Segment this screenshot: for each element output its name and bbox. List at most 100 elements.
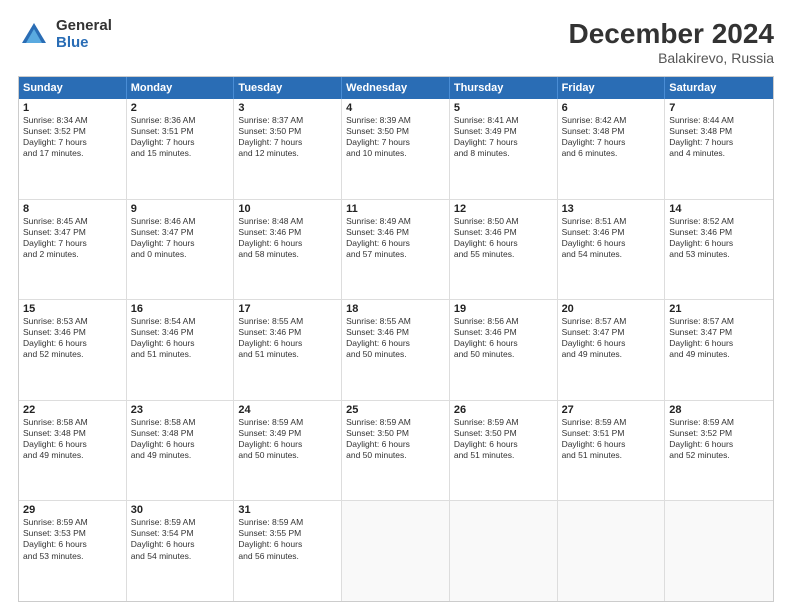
day-info: Sunrise: 8:59 AM Sunset: 3:53 PM Dayligh… [23,517,122,561]
logo: General Blue [18,18,112,51]
day-cell-19: 19Sunrise: 8:56 AM Sunset: 3:46 PM Dayli… [450,300,558,400]
day-cell-24: 24Sunrise: 8:59 AM Sunset: 3:49 PM Dayli… [234,401,342,501]
day-number: 28 [669,404,769,416]
day-info: Sunrise: 8:52 AM Sunset: 3:46 PM Dayligh… [669,216,769,260]
day-number: 21 [669,303,769,315]
header-monday: Monday [127,77,235,99]
logo-icon [18,19,50,51]
day-cell-28: 28Sunrise: 8:59 AM Sunset: 3:52 PM Dayli… [665,401,773,501]
day-info: Sunrise: 8:44 AM Sunset: 3:48 PM Dayligh… [669,115,769,159]
day-number: 10 [238,203,337,215]
day-number: 1 [23,102,122,114]
week-row-1: 1Sunrise: 8:34 AM Sunset: 3:52 PM Daylig… [19,99,773,199]
day-info: Sunrise: 8:57 AM Sunset: 3:47 PM Dayligh… [562,316,661,360]
day-cell-22: 22Sunrise: 8:58 AM Sunset: 3:48 PM Dayli… [19,401,127,501]
day-cell-29: 29Sunrise: 8:59 AM Sunset: 3:53 PM Dayli… [19,501,127,601]
day-info: Sunrise: 8:59 AM Sunset: 3:51 PM Dayligh… [562,417,661,461]
day-number: 30 [131,504,230,516]
week-row-5: 29Sunrise: 8:59 AM Sunset: 3:53 PM Dayli… [19,500,773,601]
title-block: December 2024 Balakirevo, Russia [569,18,774,66]
day-cell-26: 26Sunrise: 8:59 AM Sunset: 3:50 PM Dayli… [450,401,558,501]
day-cell-5: 5Sunrise: 8:41 AM Sunset: 3:49 PM Daylig… [450,99,558,199]
day-number: 20 [562,303,661,315]
page: General Blue December 2024 Balakirevo, R… [0,0,792,612]
day-number: 8 [23,203,122,215]
day-cell-11: 11Sunrise: 8:49 AM Sunset: 3:46 PM Dayli… [342,200,450,300]
day-info: Sunrise: 8:39 AM Sunset: 3:50 PM Dayligh… [346,115,445,159]
empty-cell [450,501,558,601]
day-number: 7 [669,102,769,114]
day-info: Sunrise: 8:50 AM Sunset: 3:46 PM Dayligh… [454,216,553,260]
calendar: SundayMondayTuesdayWednesdayThursdayFrid… [18,76,774,602]
day-number: 5 [454,102,553,114]
day-number: 22 [23,404,122,416]
header-sunday: Sunday [19,77,127,99]
day-number: 17 [238,303,337,315]
day-cell-15: 15Sunrise: 8:53 AM Sunset: 3:46 PM Dayli… [19,300,127,400]
day-number: 29 [23,504,122,516]
day-number: 25 [346,404,445,416]
day-cell-27: 27Sunrise: 8:59 AM Sunset: 3:51 PM Dayli… [558,401,666,501]
header-tuesday: Tuesday [234,77,342,99]
day-number: 11 [346,203,445,215]
day-info: Sunrise: 8:53 AM Sunset: 3:46 PM Dayligh… [23,316,122,360]
day-number: 18 [346,303,445,315]
day-cell-7: 7Sunrise: 8:44 AM Sunset: 3:48 PM Daylig… [665,99,773,199]
day-cell-21: 21Sunrise: 8:57 AM Sunset: 3:47 PM Dayli… [665,300,773,400]
day-cell-4: 4Sunrise: 8:39 AM Sunset: 3:50 PM Daylig… [342,99,450,199]
day-number: 4 [346,102,445,114]
day-info: Sunrise: 8:37 AM Sunset: 3:50 PM Dayligh… [238,115,337,159]
day-info: Sunrise: 8:59 AM Sunset: 3:52 PM Dayligh… [669,417,769,461]
day-info: Sunrise: 8:59 AM Sunset: 3:50 PM Dayligh… [454,417,553,461]
calendar-header: SundayMondayTuesdayWednesdayThursdayFrid… [19,77,773,99]
day-number: 27 [562,404,661,416]
day-cell-12: 12Sunrise: 8:50 AM Sunset: 3:46 PM Dayli… [450,200,558,300]
calendar-title: December 2024 [569,18,774,50]
day-info: Sunrise: 8:36 AM Sunset: 3:51 PM Dayligh… [131,115,230,159]
day-cell-13: 13Sunrise: 8:51 AM Sunset: 3:46 PM Dayli… [558,200,666,300]
empty-cell [342,501,450,601]
day-cell-20: 20Sunrise: 8:57 AM Sunset: 3:47 PM Dayli… [558,300,666,400]
day-number: 13 [562,203,661,215]
day-cell-2: 2Sunrise: 8:36 AM Sunset: 3:51 PM Daylig… [127,99,235,199]
header-wednesday: Wednesday [342,77,450,99]
day-info: Sunrise: 8:58 AM Sunset: 3:48 PM Dayligh… [131,417,230,461]
day-number: 23 [131,404,230,416]
day-cell-1: 1Sunrise: 8:34 AM Sunset: 3:52 PM Daylig… [19,99,127,199]
day-info: Sunrise: 8:59 AM Sunset: 3:49 PM Dayligh… [238,417,337,461]
day-info: Sunrise: 8:59 AM Sunset: 3:50 PM Dayligh… [346,417,445,461]
day-info: Sunrise: 8:46 AM Sunset: 3:47 PM Dayligh… [131,216,230,260]
day-cell-3: 3Sunrise: 8:37 AM Sunset: 3:50 PM Daylig… [234,99,342,199]
day-number: 6 [562,102,661,114]
day-cell-17: 17Sunrise: 8:55 AM Sunset: 3:46 PM Dayli… [234,300,342,400]
week-row-4: 22Sunrise: 8:58 AM Sunset: 3:48 PM Dayli… [19,400,773,501]
day-info: Sunrise: 8:51 AM Sunset: 3:46 PM Dayligh… [562,216,661,260]
day-number: 9 [131,203,230,215]
day-number: 19 [454,303,553,315]
day-cell-25: 25Sunrise: 8:59 AM Sunset: 3:50 PM Dayli… [342,401,450,501]
day-info: Sunrise: 8:58 AM Sunset: 3:48 PM Dayligh… [23,417,122,461]
day-number: 24 [238,404,337,416]
calendar-subtitle: Balakirevo, Russia [569,50,774,66]
header: General Blue December 2024 Balakirevo, R… [18,18,774,66]
day-info: Sunrise: 8:54 AM Sunset: 3:46 PM Dayligh… [131,316,230,360]
day-info: Sunrise: 8:59 AM Sunset: 3:54 PM Dayligh… [131,517,230,561]
day-cell-23: 23Sunrise: 8:58 AM Sunset: 3:48 PM Dayli… [127,401,235,501]
day-cell-9: 9Sunrise: 8:46 AM Sunset: 3:47 PM Daylig… [127,200,235,300]
logo-general-text: General [56,18,112,35]
day-cell-30: 30Sunrise: 8:59 AM Sunset: 3:54 PM Dayli… [127,501,235,601]
day-number: 16 [131,303,230,315]
day-cell-16: 16Sunrise: 8:54 AM Sunset: 3:46 PM Dayli… [127,300,235,400]
day-number: 15 [23,303,122,315]
header-saturday: Saturday [665,77,773,99]
day-info: Sunrise: 8:57 AM Sunset: 3:47 PM Dayligh… [669,316,769,360]
day-info: Sunrise: 8:45 AM Sunset: 3:47 PM Dayligh… [23,216,122,260]
day-cell-18: 18Sunrise: 8:55 AM Sunset: 3:46 PM Dayli… [342,300,450,400]
empty-cell [665,501,773,601]
day-info: Sunrise: 8:42 AM Sunset: 3:48 PM Dayligh… [562,115,661,159]
day-info: Sunrise: 8:55 AM Sunset: 3:46 PM Dayligh… [346,316,445,360]
header-friday: Friday [558,77,666,99]
day-number: 3 [238,102,337,114]
header-thursday: Thursday [450,77,558,99]
logo-blue-text: Blue [56,35,112,52]
